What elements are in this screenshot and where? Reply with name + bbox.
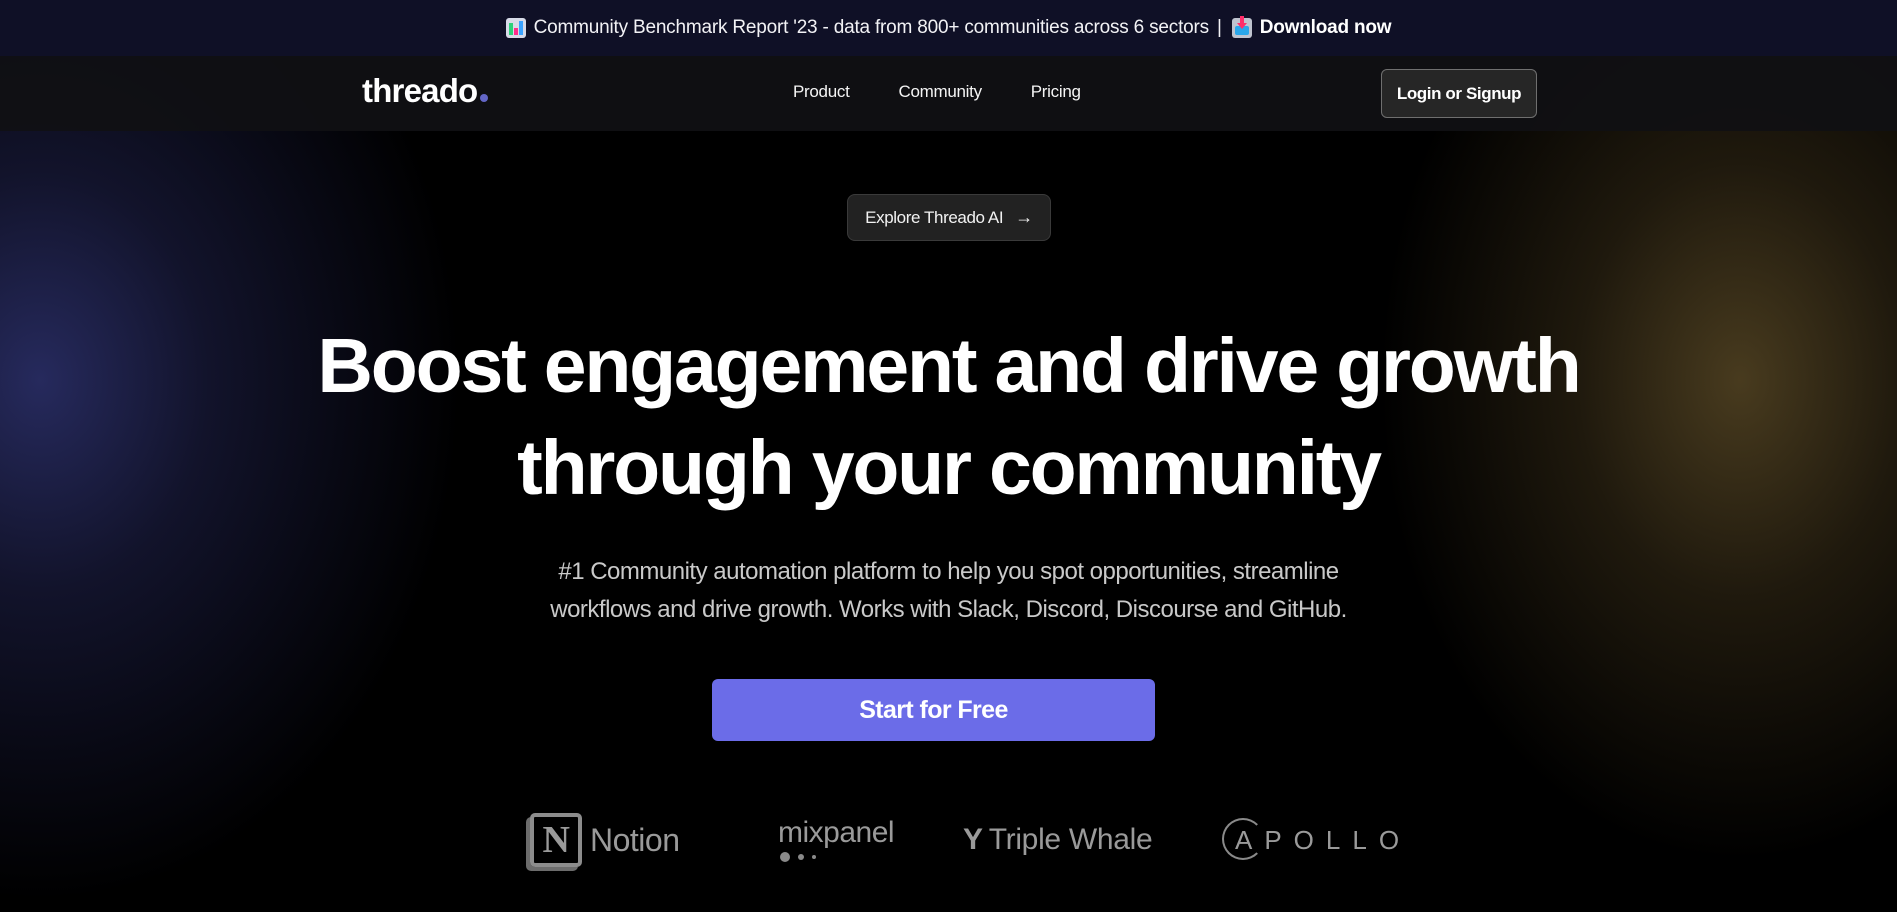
top-navigation: threado Product Community Pricing Login … bbox=[0, 56, 1897, 131]
nav-link-pricing[interactable]: Pricing bbox=[1031, 82, 1081, 102]
logo-text: threado bbox=[362, 72, 478, 109]
threado-logo[interactable]: threado bbox=[362, 72, 489, 110]
apollo-rest: POLLO bbox=[1264, 824, 1412, 855]
inbox-download-icon bbox=[1231, 16, 1252, 38]
hero-subtitle: #1 Community automation platform to help… bbox=[0, 553, 1897, 629]
mixpanel-dots-icon bbox=[780, 852, 816, 862]
banner-separator: | bbox=[1216, 17, 1222, 38]
subtitle-line-1: #1 Community automation platform to help… bbox=[558, 558, 1339, 585]
nav-link-product[interactable]: Product bbox=[793, 82, 850, 102]
subtitle-line-2: workflows and drive growth. Works with S… bbox=[550, 596, 1347, 623]
arrow-right-icon: → bbox=[1015, 207, 1033, 227]
bar-chart-icon bbox=[505, 18, 526, 38]
announcement-banner[interactable]: Community Benchmark Report '23 - data fr… bbox=[0, 0, 1897, 56]
mixpanel-logo: mixpanel bbox=[778, 805, 895, 875]
nav-links: Product Community Pricing bbox=[793, 82, 1081, 102]
triple-whale-logo: Y Triple Whale bbox=[963, 805, 1153, 875]
hero-headline: Boost engagement and drive growth throug… bbox=[0, 315, 1897, 519]
start-for-free-button[interactable]: Start for Free bbox=[712, 679, 1155, 741]
mixpanel-wordmark: mixpanel bbox=[778, 816, 895, 849]
headline-line-2: through your community bbox=[517, 425, 1382, 511]
banner-text: Community Benchmark Report '23 - data fr… bbox=[533, 17, 1210, 38]
customer-logos: N Notion mixpanel Y Triple Whale APOLLO bbox=[0, 805, 1897, 875]
notion-icon: N bbox=[530, 813, 582, 867]
logo-dot-icon bbox=[480, 94, 489, 102]
apollo-ring-icon bbox=[1222, 818, 1264, 860]
notion-wordmark: Notion bbox=[590, 821, 680, 858]
headline-line-1: Boost engagement and drive growth bbox=[317, 323, 1581, 409]
login-signup-button[interactable]: Login or Signup bbox=[1381, 69, 1537, 118]
triple-whale-wordmark: Triple Whale bbox=[988, 823, 1153, 856]
nav-link-community[interactable]: Community bbox=[899, 82, 983, 102]
apollo-logo: APOLLO bbox=[1222, 805, 1411, 875]
whale-tail-icon: Y bbox=[963, 823, 983, 856]
explore-threado-ai-button[interactable]: Explore Threado AI → bbox=[847, 194, 1051, 241]
explore-label: Explore Threado AI bbox=[865, 207, 1004, 227]
notion-logo: N Notion bbox=[530, 805, 680, 875]
download-now-link[interactable]: Download now bbox=[1260, 17, 1392, 39]
